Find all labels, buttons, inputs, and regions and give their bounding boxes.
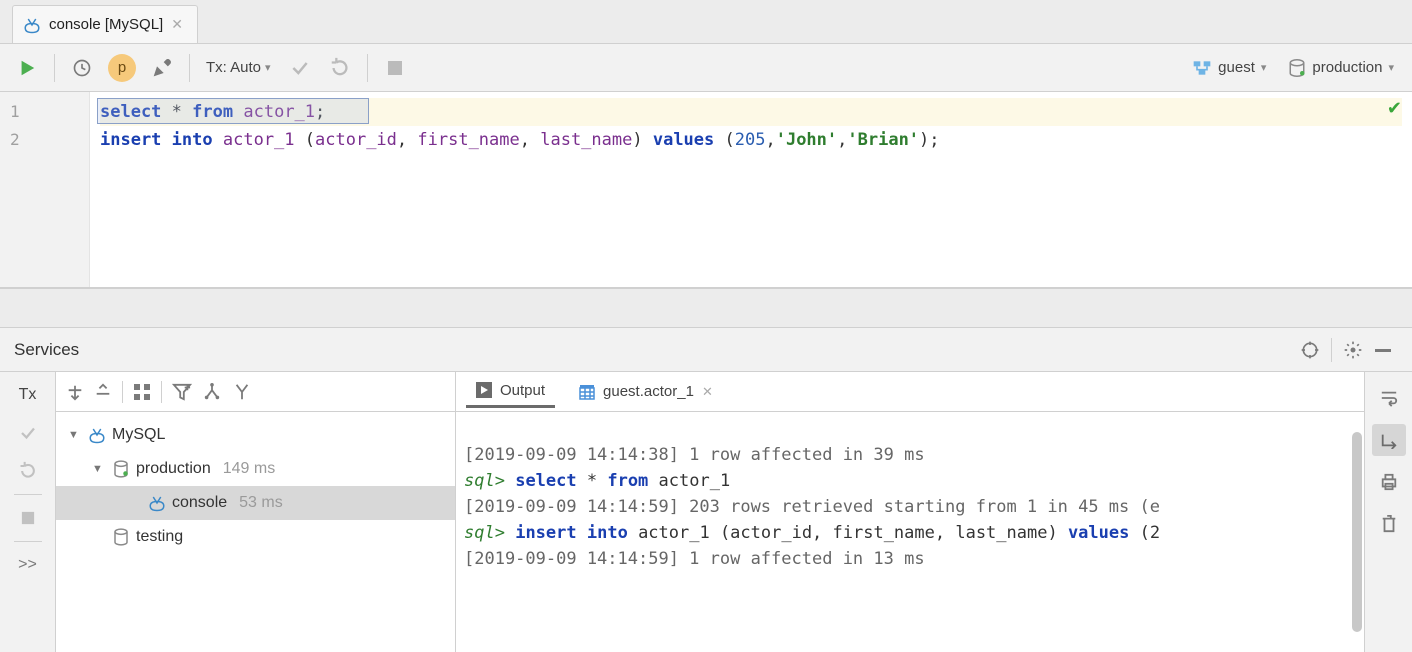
more-side-button[interactable]: >> xyxy=(10,550,46,580)
output-run-icon xyxy=(476,382,492,398)
sql-console-icon xyxy=(148,494,166,512)
services-tree[interactable]: ▼ MySQL ▼ production 149 ms console 53 m… xyxy=(56,412,455,652)
tree-label: production xyxy=(136,460,211,478)
chevron-down-icon: ▾ xyxy=(265,61,271,74)
tx-mode-dropdown[interactable]: Tx: Auto ▾ xyxy=(200,59,277,76)
commit-side-button[interactable] xyxy=(10,418,46,448)
gear-icon[interactable] xyxy=(1338,335,1368,365)
tree-timing: 53 ms xyxy=(239,494,283,512)
close-icon[interactable]: ✕ xyxy=(702,384,713,400)
rollback-side-button[interactable] xyxy=(10,456,46,486)
tree-node-mysql[interactable]: ▼ MySQL xyxy=(56,418,455,452)
user-schema-icon xyxy=(1192,59,1212,77)
separator xyxy=(54,54,55,82)
commit-button[interactable] xyxy=(283,51,317,85)
tree-label: MySQL xyxy=(112,426,165,444)
code-line[interactable]: select * from actor_1; xyxy=(100,98,1402,126)
close-icon[interactable]: ✕ xyxy=(171,16,183,33)
sql-console-icon xyxy=(88,426,106,444)
sql-editor[interactable]: 1 2 select * from actor_1; insert into a… xyxy=(0,92,1412,288)
branch-icon[interactable] xyxy=(202,383,222,401)
line-number: 1 xyxy=(0,98,89,126)
history-button[interactable] xyxy=(65,51,99,85)
editor-tab-console[interactable]: console [MySQL] ✕ xyxy=(12,5,198,43)
database-icon xyxy=(1288,59,1306,77)
expand-all-icon[interactable] xyxy=(66,383,84,401)
line-number: 2 xyxy=(0,126,89,154)
table-icon xyxy=(579,384,595,400)
services-panel-header: Services xyxy=(0,328,1412,372)
tree-node-console[interactable]: console 53 ms xyxy=(56,486,455,520)
services-title: Services xyxy=(14,340,79,360)
stop-button[interactable] xyxy=(378,51,412,85)
soft-wrap-icon[interactable] xyxy=(1372,382,1406,414)
separator xyxy=(189,54,190,82)
services-tree-panel: ▼ MySQL ▼ production 149 ms console 53 m… xyxy=(56,372,456,652)
output-side-toolbar xyxy=(1364,372,1412,652)
output-tab-output[interactable]: Output xyxy=(466,376,555,408)
database-icon xyxy=(112,528,130,546)
output-tab-label: guest.actor_1 xyxy=(603,383,694,400)
chevron-down-icon: ▾ xyxy=(1388,61,1394,74)
tree-label: testing xyxy=(136,528,183,546)
separator xyxy=(367,54,368,82)
tree-timing: 149 ms xyxy=(223,460,275,478)
tx-side-label[interactable]: Tx xyxy=(10,380,46,410)
editor-gutter: 1 2 xyxy=(0,92,90,287)
query-toolbar: p Tx: Auto ▾ guest ▾ production ▾ xyxy=(0,44,1412,92)
sql-console-icon xyxy=(23,16,41,34)
services-tree-toolbar xyxy=(56,372,455,412)
editor-tab-label: console [MySQL] xyxy=(49,16,163,33)
collapse-all-icon[interactable] xyxy=(94,383,112,401)
split-icon[interactable] xyxy=(232,383,252,401)
run-button[interactable] xyxy=(10,51,44,85)
editor-tab-row: console [MySQL] ✕ xyxy=(0,0,1412,44)
user-selector[interactable]: guest ▾ xyxy=(1184,59,1274,77)
separator xyxy=(1331,338,1332,362)
output-tabs: Output guest.actor_1 ✕ xyxy=(456,372,1364,412)
target-icon[interactable] xyxy=(1295,335,1325,365)
tree-node-production[interactable]: ▼ production 149 ms xyxy=(56,452,455,486)
grid-view-icon[interactable] xyxy=(133,383,151,401)
stop-side-button[interactable] xyxy=(10,503,46,533)
chevron-down-icon: ▼ xyxy=(92,463,106,475)
scrollbar-thumb[interactable] xyxy=(1352,432,1362,632)
output-tab-data[interactable]: guest.actor_1 ✕ xyxy=(569,377,723,406)
schema-selector[interactable]: production ▾ xyxy=(1280,59,1402,77)
services-panel-body: Tx >> ▼ MySQL xyxy=(0,372,1412,652)
output-console[interactable]: [2019-09-09 14:14:38] 1 row affected in … xyxy=(456,412,1364,652)
code-line[interactable]: insert into actor_1 (actor_id, first_nam… xyxy=(100,126,1402,154)
editor-code-area[interactable]: select * from actor_1; insert into actor… xyxy=(90,92,1412,287)
inspection-ok-icon: ✔ xyxy=(1387,98,1402,119)
tx-mode-label: Tx: Auto xyxy=(206,59,261,76)
schema-label: production xyxy=(1312,59,1382,76)
print-icon[interactable] xyxy=(1372,466,1406,498)
rollback-button[interactable] xyxy=(323,51,357,85)
chevron-down-icon: ▼ xyxy=(68,429,82,441)
user-label: guest xyxy=(1218,59,1255,76)
settings-button[interactable] xyxy=(145,51,179,85)
horizontal-splitter[interactable] xyxy=(0,288,1412,328)
output-tab-label: Output xyxy=(500,382,545,399)
trash-icon[interactable] xyxy=(1372,508,1406,540)
tree-label: console xyxy=(172,494,227,512)
chevron-down-icon: ▾ xyxy=(1261,61,1267,74)
p-badge[interactable]: p xyxy=(105,51,139,85)
scroll-to-end-icon[interactable] xyxy=(1372,424,1406,456)
filter-add-icon[interactable] xyxy=(172,383,192,401)
minimize-icon[interactable] xyxy=(1368,335,1398,365)
tree-node-testing[interactable]: testing xyxy=(56,520,455,554)
output-panel: Output guest.actor_1 ✕ [2019-09-09 14:14… xyxy=(456,372,1412,652)
database-icon xyxy=(112,460,130,478)
services-side-toolbar: Tx >> xyxy=(0,372,56,652)
